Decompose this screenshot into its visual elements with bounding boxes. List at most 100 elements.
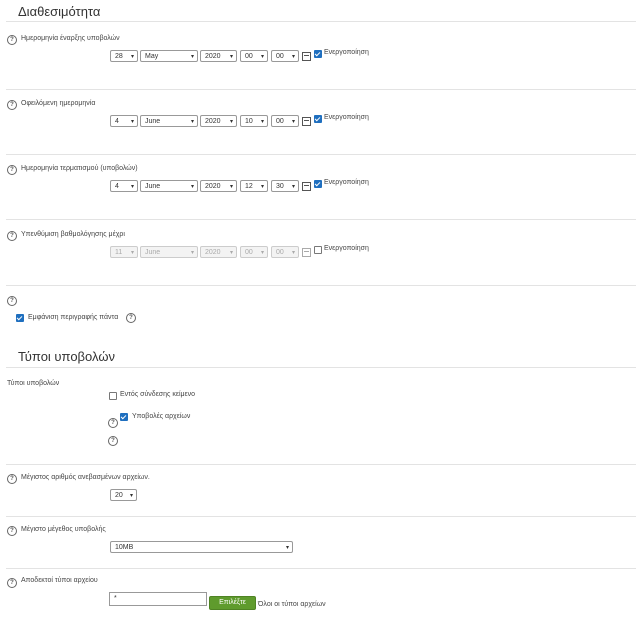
row-divider (6, 516, 636, 517)
chevron-down-icon: ▾ (229, 184, 233, 190)
due-enable-checkbox[interactable] (314, 115, 322, 123)
availability-section-title[interactable]: Διαθεσιμότητα (18, 4, 100, 19)
row-divider (6, 89, 636, 90)
chevron-down-icon: ▾ (130, 250, 134, 256)
due-date-label: Οφειλόμενη ημερομηνία (21, 100, 96, 107)
help-icon[interactable]: ? (7, 165, 17, 175)
submission-types-label: Τύποι υποβολών (7, 380, 60, 387)
cutoff-minute-select[interactable]: 30 ▾ (271, 180, 299, 192)
start-enable-checkbox[interactable] (314, 50, 322, 58)
online-text-checkbox[interactable] (109, 392, 117, 400)
grading-year-select[interactable]: 2020 ▾ (200, 246, 237, 258)
help-icon[interactable]: ? (7, 296, 17, 306)
grading-month-select[interactable]: June ▾ (140, 246, 198, 258)
chevron-down-icon: ▾ (190, 184, 194, 190)
grading-hour-select[interactable]: 00 ▾ (240, 246, 268, 258)
grading-minute-select[interactable]: 00 ▾ (271, 246, 299, 258)
cutoff-enable-checkbox[interactable] (314, 180, 322, 188)
section-divider (6, 21, 636, 22)
cutoff-year-value: 2020 (205, 183, 221, 190)
chevron-down-icon: ▾ (130, 119, 134, 125)
max-files-value: 20 (115, 492, 123, 499)
help-icon[interactable]: ? (7, 474, 17, 484)
start-month-select[interactable]: May ▾ (140, 50, 198, 62)
cutoff-month-select[interactable]: June ▾ (140, 180, 198, 192)
due-day-select[interactable]: 4 ▾ (110, 115, 138, 127)
grading-hour-value: 00 (245, 249, 253, 256)
calendar-icon[interactable] (302, 117, 311, 126)
chevron-down-icon: ▾ (190, 54, 194, 60)
chevron-down-icon: ▾ (291, 54, 295, 60)
grading-enable-checkbox[interactable] (314, 246, 322, 254)
grading-day-select[interactable]: 11 ▾ (110, 246, 138, 258)
help-icon[interactable]: ? (108, 436, 118, 446)
help-icon[interactable]: ? (7, 578, 17, 588)
chevron-down-icon: ▾ (190, 119, 194, 125)
chevron-down-icon: ▾ (130, 184, 134, 190)
accepted-types-label: Αποδεκτοί τύποι αρχείου (21, 577, 98, 584)
cutoff-year-select[interactable]: 2020 ▾ (200, 180, 237, 192)
help-icon[interactable]: ? (7, 35, 17, 45)
max-files-select[interactable]: 20 ▾ (110, 489, 137, 501)
submission-types-section-title[interactable]: Τύποι υποβολών (18, 349, 115, 364)
chevron-down-icon: ▾ (285, 545, 289, 551)
due-day-value: 4 (115, 118, 119, 125)
chevron-down-icon: ▾ (291, 184, 295, 190)
start-minute-select[interactable]: 00 ▾ (271, 50, 299, 62)
chevron-down-icon: ▾ (291, 119, 295, 125)
start-hour-select[interactable]: 00 ▾ (240, 50, 268, 62)
start-day-value: 28 (115, 53, 123, 60)
start-date-label: Ημερομηνία έναρξης υποβολών (21, 35, 120, 42)
start-hour-value: 00 (245, 53, 253, 60)
start-day-select[interactable]: 28 ▾ (110, 50, 138, 62)
row-divider (6, 285, 636, 286)
calendar-icon[interactable] (302, 248, 311, 257)
cutoff-date-label: Ημερομηνία τερματισμού (υποβολών) (21, 165, 138, 172)
choose-button[interactable]: Επιλέξτε (209, 596, 256, 610)
due-month-select[interactable]: June ▾ (140, 115, 198, 127)
help-icon[interactable]: ? (7, 100, 17, 110)
chevron-down-icon: ▾ (291, 250, 295, 256)
online-text-label: Εντός σύνδεσης κείμενο (120, 391, 196, 398)
due-minute-value: 00 (276, 118, 284, 125)
calendar-icon[interactable] (302, 52, 311, 61)
start-enable-label: Ενεργοποίηση (324, 49, 369, 56)
due-hour-value: 10 (245, 118, 253, 125)
row-divider (6, 219, 636, 220)
cutoff-hour-value: 12 (245, 183, 253, 190)
always-show-description-checkbox[interactable] (16, 314, 24, 322)
max-size-label: Μέγιστο μέγεθος υποβολής (21, 526, 106, 533)
section-divider (6, 367, 636, 368)
help-icon[interactable]: ? (126, 313, 136, 323)
chevron-down-icon: ▾ (129, 493, 133, 499)
cutoff-minute-value: 30 (276, 183, 284, 190)
start-year-value: 2020 (205, 53, 221, 60)
calendar-icon[interactable] (302, 182, 311, 191)
help-icon[interactable]: ? (7, 231, 17, 241)
chevron-down-icon: ▾ (260, 119, 264, 125)
cutoff-hour-select[interactable]: 12 ▾ (240, 180, 268, 192)
due-hour-select[interactable]: 10 ▾ (240, 115, 268, 127)
all-types-text: Όλοι οι τύποι αρχείων (258, 601, 326, 608)
cutoff-month-value: June (145, 183, 161, 190)
due-minute-select[interactable]: 00 ▾ (271, 115, 299, 127)
max-size-select[interactable]: 10MB ▾ (110, 541, 293, 553)
start-month-value: May (145, 53, 159, 60)
chevron-down-icon: ▾ (229, 54, 233, 60)
max-size-value: 10MB (115, 544, 134, 551)
help-icon[interactable]: ? (108, 418, 118, 428)
chevron-down-icon: ▾ (260, 250, 264, 256)
grading-enable-label: Ενεργοποίηση (324, 245, 369, 252)
chevron-down-icon: ▾ (130, 54, 134, 60)
accepted-types-input[interactable]: * (109, 592, 207, 606)
cutoff-day-select[interactable]: 4 ▾ (110, 180, 138, 192)
row-divider (6, 464, 636, 465)
file-submissions-checkbox[interactable] (120, 413, 128, 421)
chevron-down-icon: ▾ (229, 250, 233, 256)
due-year-select[interactable]: 2020 ▾ (200, 115, 237, 127)
help-icon[interactable]: ? (7, 526, 17, 536)
due-month-value: June (145, 118, 161, 125)
chevron-down-icon: ▾ (260, 184, 264, 190)
cutoff-enable-label: Ενεργοποίηση (324, 179, 369, 186)
start-year-select[interactable]: 2020 ▾ (200, 50, 237, 62)
